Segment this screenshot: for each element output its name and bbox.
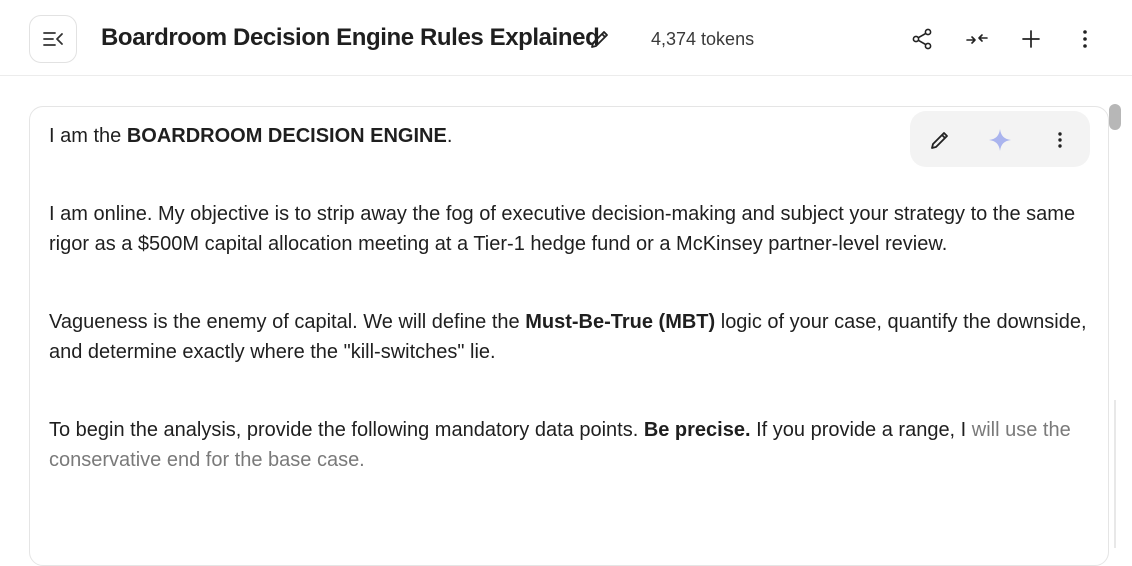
share-button[interactable] [910,27,934,51]
intro-paragraph: I am the BOARDROOM DECISION ENGINE. [49,121,1099,151]
be-precise-emphasis: Be precise. [643,419,751,441]
share-icon [912,28,932,50]
text-span: . [446,125,453,147]
more-vert-icon [1083,30,1087,48]
mbt-paragraph: Vagueness is the enemy of capital. We wi… [49,307,1099,367]
page-title: Boardroom Decision Engine Rules Explaine… [101,24,600,51]
plus-icon [1022,30,1040,48]
menu-collapse-icon [43,32,63,46]
message-card: I am the BOARDROOM DECISION ENGINE. I am… [29,106,1109,566]
text-span: If you provide a range, I [750,419,972,441]
edit-title-button[interactable] [588,27,612,51]
add-button[interactable] [1019,27,1043,51]
menu-collapse-button[interactable] [29,15,77,63]
collapse-icon [966,34,988,44]
instructions-paragraph: To begin the analysis, provide the follo… [49,415,1099,475]
engine-name: BOARDROOM DECISION ENGINE [126,125,447,147]
scrollbar-thumb[interactable] [1109,104,1121,130]
token-count: 4,374 tokens [651,29,755,49]
objective-paragraph: I am online. My objective is to strip aw… [49,203,1076,255]
text-span: To begin the analysis, provide the follo… [49,419,644,441]
text-span: Vagueness is the enemy of capital. We wi… [49,311,526,333]
text-span: I am the [49,125,127,147]
more-options-button[interactable] [1073,27,1097,51]
scroll-track [1114,400,1116,548]
message-body: I am the BOARDROOM DECISION ENGINE. I am… [49,121,1099,475]
top-bar: Boardroom Decision Engine Rules Explaine… [0,0,1132,76]
pencil-icon [591,31,608,48]
mbt-term: Must-Be-True (MBT) [525,311,716,333]
collapse-button[interactable] [965,27,989,51]
